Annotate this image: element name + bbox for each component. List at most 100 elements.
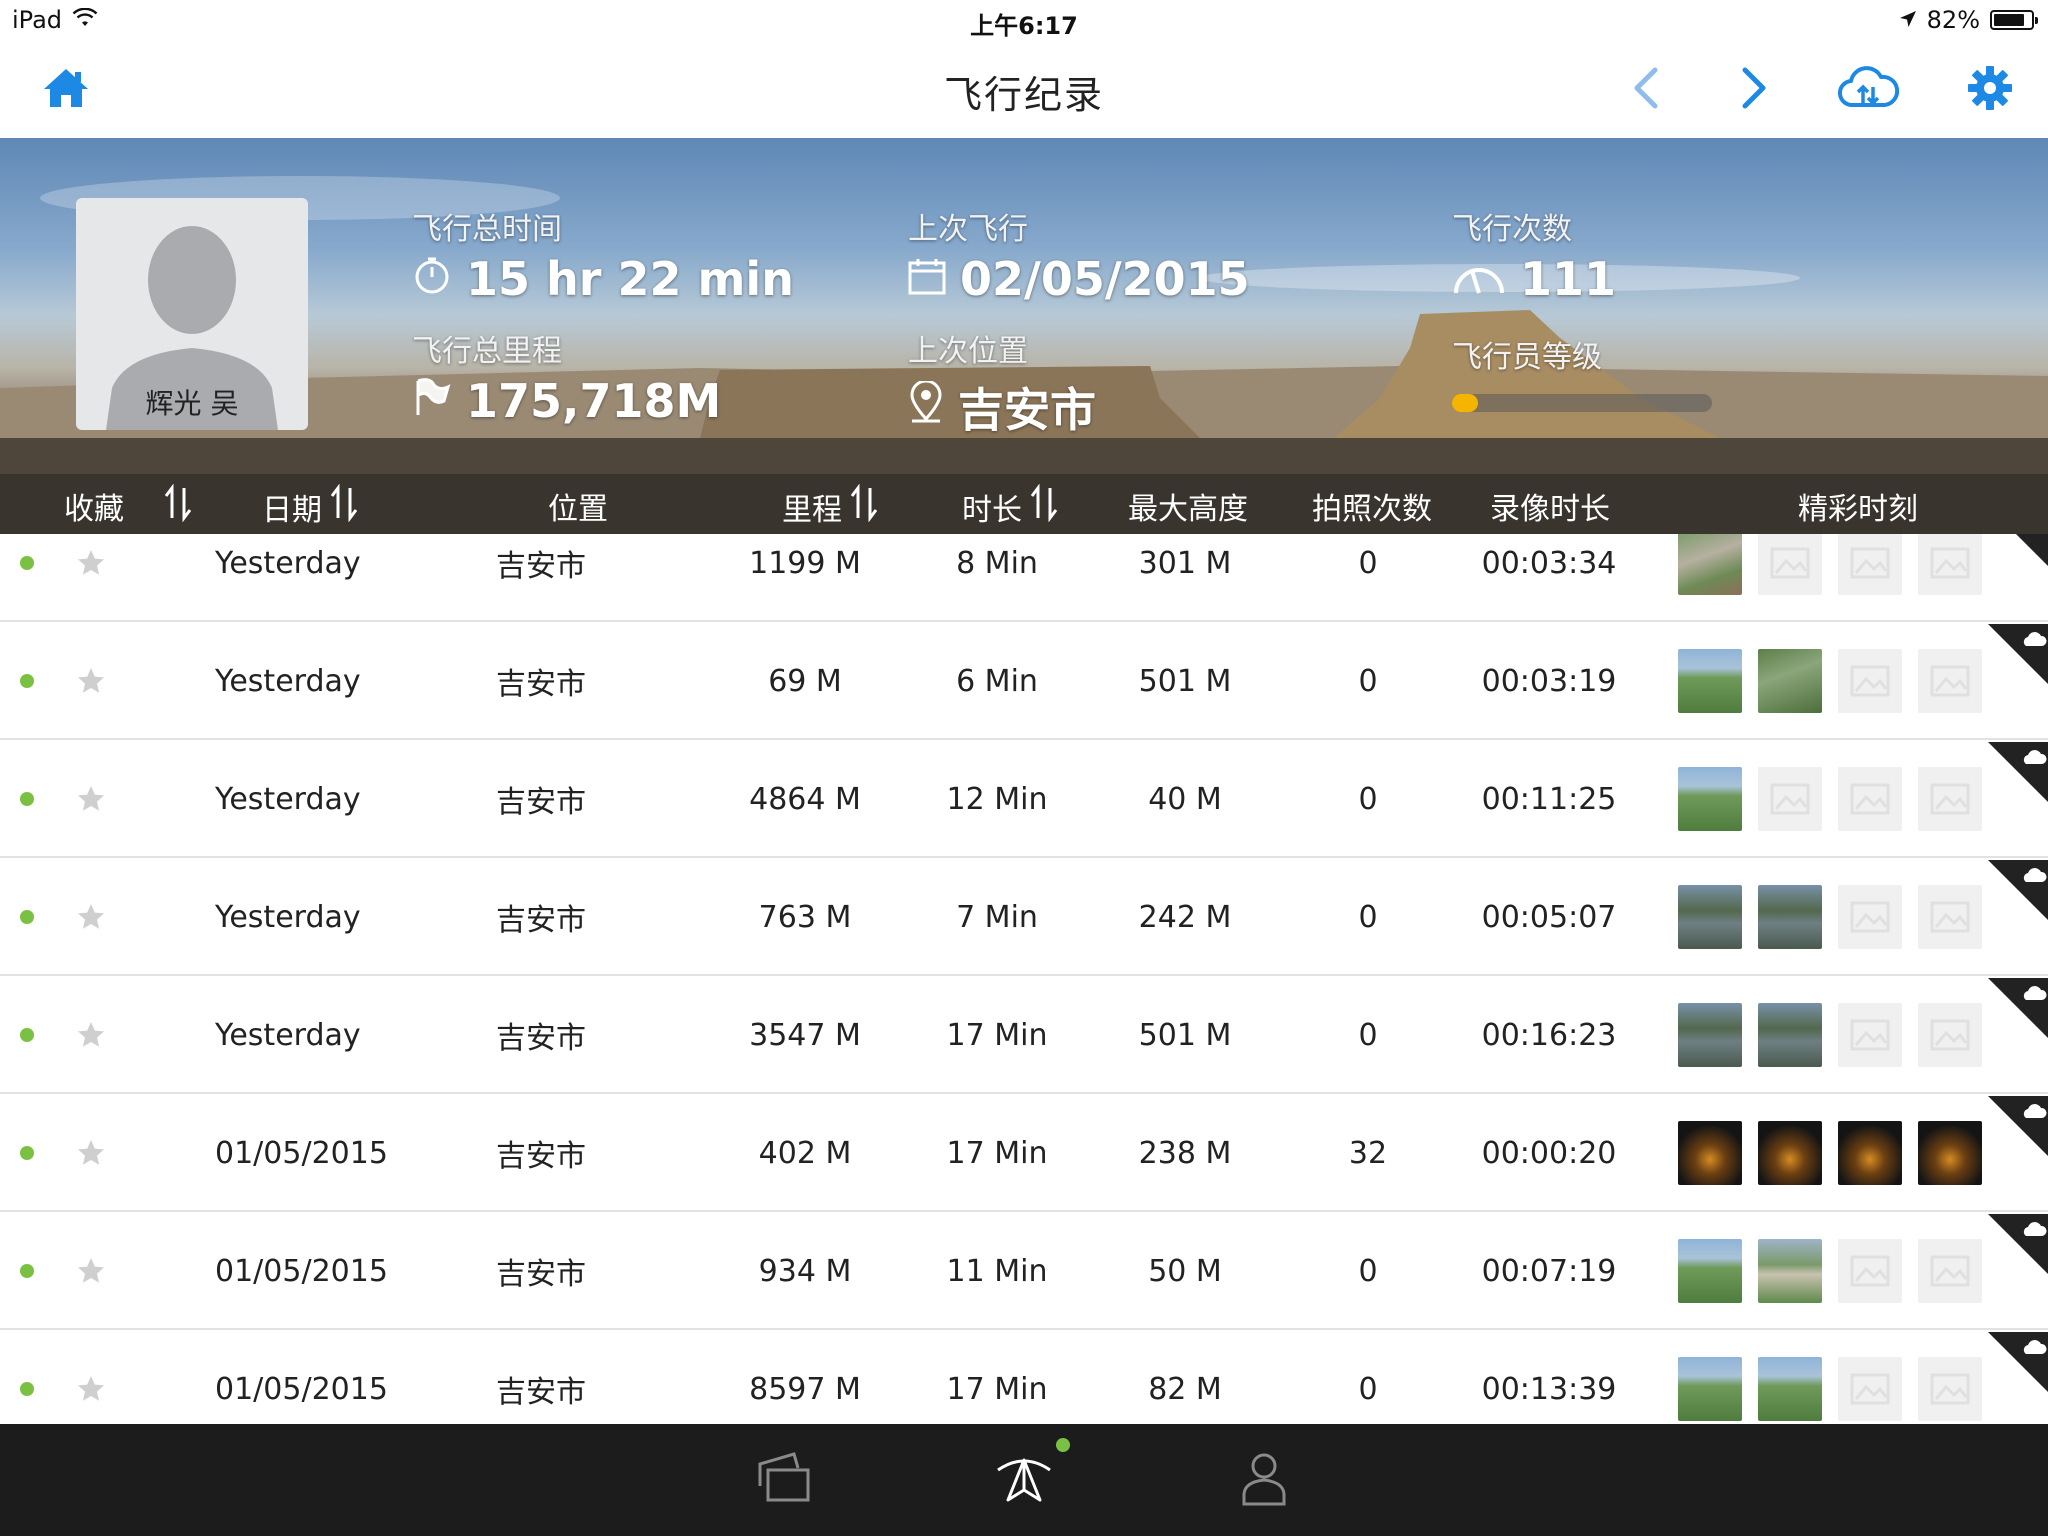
status-time: 上午6:17 [970,12,1078,40]
table-row[interactable]: 01/05/2015 吉安市 8597 M 17 Min 82 M 0 00:13:39 [0,1332,2048,1424]
last-location-value: 吉安市 [958,383,1096,437]
sort-favorite-button[interactable] [164,483,192,530]
gear-icon [1967,65,2013,115]
favorite-star-icon[interactable] [76,666,106,700]
cloud-uploaded-icon [2016,534,2048,566]
row-location: 吉安市 [496,1139,586,1174]
row-date: 01/05/2015 [215,1135,388,1171]
total-distance-value: 175,718M [466,374,722,428]
highlight-thumbnail[interactable] [1678,649,1742,713]
header-max-altitude: 最大高度 [1128,492,1248,527]
placeholder-image-icon [1838,1003,1902,1067]
highlight-thumbnail[interactable] [1678,885,1742,949]
row-distance: 69 M [768,663,842,699]
total-flight-time-label: 飞行总时间 [412,212,562,247]
header-date[interactable]: 日期 [262,483,358,530]
row-video-length: 00:03:34 [1481,545,1617,581]
flag-icon [412,374,452,428]
row-date: Yesterday [215,663,361,699]
highlight-thumbnail[interactable] [1678,1357,1742,1421]
avatar[interactable]: 辉光 吴 [76,198,308,430]
tab-aircraft[interactable] [988,1438,1070,1516]
row-distance: 763 M [758,899,852,935]
aircraft-icon [994,1450,1054,1510]
highlight-thumbnail[interactable] [1678,534,1742,595]
last-location-label: 上次位置 [908,334,1028,369]
highlight-thumbnail[interactable] [1918,1121,1982,1185]
active-indicator [1056,1438,1070,1452]
favorite-star-icon[interactable] [76,1020,106,1054]
table-row[interactable]: Yesterday 吉安市 69 M 6 Min 501 M 0 00:03:19 [0,624,2048,740]
sync-status-dot [20,1264,34,1278]
highlight-thumbnail[interactable] [1758,1121,1822,1185]
pilot-level-fill [1452,394,1478,412]
total-flight-time: 飞行总时间 15 hr 22 min [412,204,794,306]
row-max-altitude: 238 M [1138,1135,1232,1171]
favorite-star-icon[interactable] [76,1138,106,1172]
row-distance: 4864 M [749,781,861,817]
highlight-thumbnail[interactable] [1678,767,1742,831]
total-flight-time-value: 15 hr 22 min [466,252,794,306]
row-photos: 0 [1358,1253,1378,1289]
row-video-length: 00:03:19 [1481,663,1617,699]
favorite-star-icon[interactable] [76,548,106,582]
highlight-thumbnail[interactable] [1758,1357,1822,1421]
row-highlights [1678,1003,1982,1067]
total-distance-label: 飞行总里程 [412,334,562,369]
tab-cards[interactable] [748,1444,820,1516]
tab-profile[interactable] [1228,1444,1300,1516]
row-duration: 17 Min [946,1017,1048,1053]
table-row[interactable]: Yesterday 吉安市 1199 M 8 Min 301 M 0 00:03:34 [0,534,2048,622]
table-row[interactable]: 01/05/2015 吉安市 934 M 11 Min 50 M 0 00:07:19 [0,1214,2048,1330]
placeholder-image-icon [1918,649,1982,713]
table-row[interactable]: 01/05/2015 吉安市 402 M 17 Min 238 M 32 00:00:20 [0,1096,2048,1212]
row-photos: 0 [1358,663,1378,699]
row-location: 吉安市 [496,549,586,584]
status-bar: iPad 上午6:17 82% [0,0,2048,40]
favorite-star-icon[interactable] [76,1256,106,1290]
last-flight-label: 上次飞行 [908,212,1028,247]
cloud-uploaded-icon [1988,1214,2048,1274]
previous-button[interactable] [1614,58,1678,122]
row-duration: 11 Min [946,1253,1048,1289]
row-distance: 1199 M [749,545,861,581]
header-distance[interactable]: 里程 [782,483,878,530]
row-distance: 8597 M [749,1371,861,1407]
highlight-thumbnail[interactable] [1758,649,1822,713]
row-photos: 32 [1348,1135,1388,1171]
flight-count-value: 111 [1520,252,1617,306]
row-location: 吉安市 [496,1257,586,1292]
settings-button[interactable] [1958,58,2022,122]
highlight-thumbnail[interactable] [1838,1121,1902,1185]
cloud-uploaded-icon [1988,978,2048,1038]
favorite-star-icon[interactable] [76,784,106,818]
row-max-altitude: 301 M [1138,545,1232,581]
cloud-sync-button[interactable] [1836,58,1900,122]
placeholder-image-icon [1838,1239,1902,1303]
highlight-thumbnail[interactable] [1678,1121,1742,1185]
table-row[interactable]: Yesterday 吉安市 4864 M 12 Min 40 M 0 00:11:25 [0,742,2048,858]
highlight-thumbnail[interactable] [1758,1003,1822,1067]
highlight-thumbnail[interactable] [1678,1239,1742,1303]
total-distance: 飞行总里程 175,718M [412,326,721,428]
table-row[interactable]: Yesterday 吉安市 3547 M 17 Min 501 M 0 00:16:23 [0,978,2048,1094]
row-duration: 6 Min [956,663,1038,699]
row-location: 吉安市 [496,785,586,820]
table-row[interactable]: Yesterday 吉安市 763 M 7 Min 242 M 0 00:05:07 [0,860,2048,976]
next-button[interactable] [1722,58,1786,122]
highlight-thumbnail[interactable] [1758,885,1822,949]
favorite-star-icon[interactable] [76,1374,106,1408]
sync-status-dot [20,556,34,570]
placeholder-image-icon [1838,1357,1902,1421]
highlight-thumbnail[interactable] [1758,1239,1822,1303]
highlight-thumbnail[interactable] [1678,1003,1742,1067]
row-location: 吉安市 [496,1375,586,1410]
navigation-bar: 飞行纪录 [0,40,2048,138]
flight-record-list[interactable]: Yesterday 吉安市 1199 M8 Min 301 M 0 00:03:34 Yes… [0,534,2048,1424]
favorite-star-icon[interactable] [76,902,106,936]
cloud-uploaded-icon [1988,1096,2048,1156]
location-arrow-icon [1899,6,1917,34]
header-duration[interactable]: 时长 [962,483,1058,530]
row-max-altitude: 82 M [1148,1371,1222,1407]
row-date: Yesterday [215,545,361,581]
